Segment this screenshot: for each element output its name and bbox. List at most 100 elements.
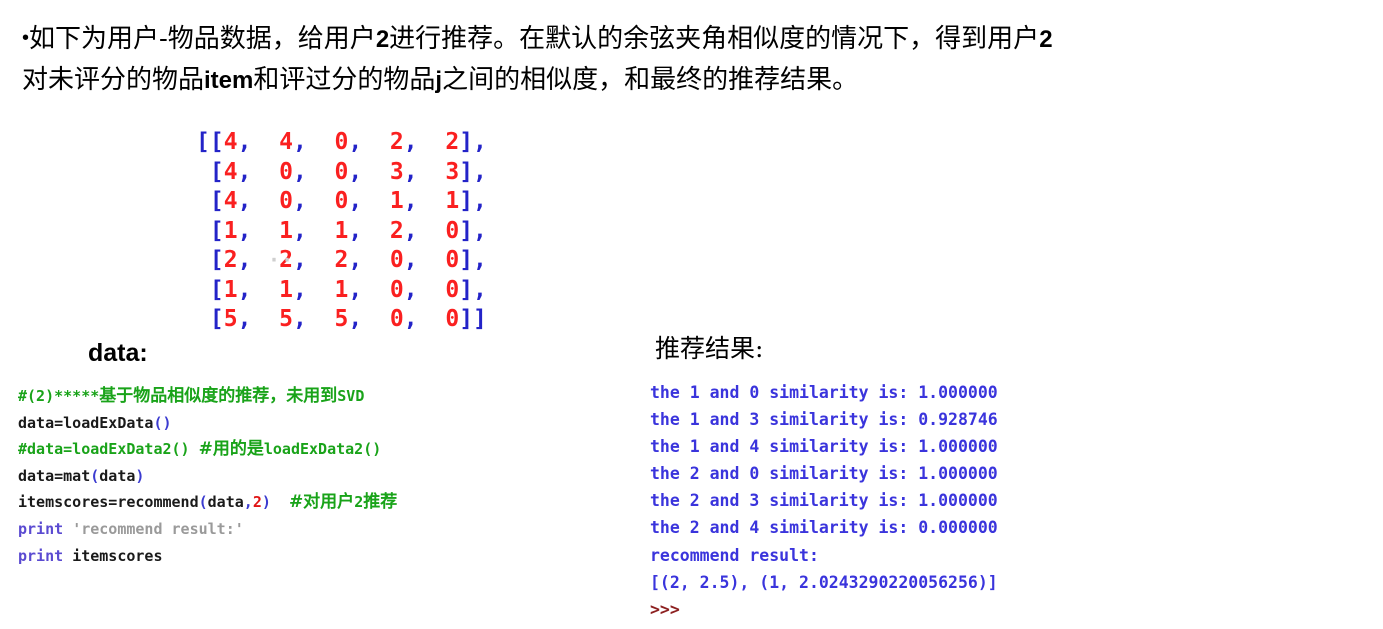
matrix-cell: 1	[334, 276, 349, 303]
code-token: data	[99, 466, 136, 485]
intro-line1-user-number: 2	[375, 26, 390, 53]
code-token: ,	[243, 493, 253, 512]
matrix-cell: 1	[389, 188, 404, 214]
console-line: [(2, 2.5), (1, 2.0243290220056256)]	[650, 572, 998, 592]
console-line: the 2 and 4 similarity is: 0.000000	[650, 518, 998, 538]
intro-line1-part-a: 如下为用户-物品数据，给用户	[29, 24, 376, 54]
code-line: data=mat(data)	[18, 463, 397, 490]
intro-line1-part-c: 进行推荐。在默认的余弦夹角相似度的情况下，得到用户	[389, 24, 1040, 54]
code-token: #(2)*****	[18, 387, 100, 405]
matrix-row: [1, 1, 1, 0, 0],	[196, 276, 487, 303]
code-token: data=mat	[18, 466, 91, 485]
matrix-smudge-artifact: ··	[268, 248, 295, 272]
code-token: 推荐	[363, 492, 398, 513]
matrix-cell: 3	[389, 158, 404, 185]
matrix-cell: 2	[445, 129, 460, 155]
matrix-cell: 0	[445, 217, 460, 244]
code-token: print	[18, 546, 64, 565]
matrix-cell: 1	[279, 276, 293, 303]
matrix-cell: 4	[223, 129, 238, 155]
bullet-glyph: •	[22, 27, 30, 49]
code-token: #data=loadExData2()	[18, 440, 199, 459]
matrix-cell: 5	[334, 306, 349, 332]
code-token: itemscores	[72, 546, 163, 565]
code-token: data=loadExData	[18, 413, 154, 432]
matrix-cell: 2	[223, 247, 238, 273]
matrix-cell: 1	[223, 276, 238, 303]
matrix-cell: 1	[334, 217, 349, 244]
matrix-cell: 5	[223, 306, 238, 332]
matrix-cell: 2	[389, 129, 404, 155]
intro-line2-part-e: 之间的相似度，和最终的推荐结果。	[442, 65, 859, 95]
intro-line2-part-a: 对未评分的物品	[22, 65, 205, 95]
output-label: 推荐结果:	[655, 334, 764, 363]
code-token: ()	[153, 413, 172, 432]
matrix-row: [1, 1, 1, 2, 0],	[196, 217, 487, 244]
code-token: print	[18, 519, 64, 538]
code-token: SVD	[337, 387, 365, 405]
code-token: )	[261, 493, 271, 512]
console-line: recommend result:	[650, 545, 819, 565]
code-line: itemscores=recommend(data,2) #对用户2推荐	[18, 489, 397, 516]
code-token: )	[135, 466, 145, 485]
intro-line1-user-number-2: 2	[1039, 26, 1053, 53]
code-token: 2	[354, 493, 364, 512]
console-line: the 2 and 3 similarity is: 1.000000	[650, 491, 998, 511]
code-line: #(2)*****基于物品相似度的推荐，未用到SVD	[18, 383, 397, 410]
matrix-cell: 0	[334, 188, 349, 214]
data-matrix: [[4, 4, 0, 2, 2], [4, 0, 0, 3, 3], [4, 0…	[196, 128, 487, 335]
code-line: print 'recommend result:'	[18, 516, 397, 543]
matrix-cell: 0	[389, 276, 404, 303]
code-token: #对用户	[288, 492, 355, 513]
code-token: 2	[252, 493, 262, 512]
matrix-row: [5, 5, 5, 0, 0]]	[196, 306, 487, 332]
data-label: data:	[88, 339, 148, 367]
code-line: data=loadExData()	[18, 410, 397, 437]
matrix-cell: 1	[445, 188, 460, 214]
matrix-cell: 5	[279, 306, 293, 332]
matrix-row: [4, 0, 0, 3, 3],	[196, 158, 487, 185]
matrix-row: [2, 2, 2, 0, 0],	[196, 247, 487, 273]
matrix-cell: 2	[389, 217, 404, 244]
intro-line2-item-term: item	[204, 67, 254, 94]
console-prompt: >>>	[650, 599, 680, 619]
matrix-cell: 0	[279, 188, 293, 214]
matrix-cell: 3	[445, 158, 460, 185]
code-token: #用的是	[198, 439, 264, 460]
code-token: 'recommend result:'	[72, 519, 244, 538]
matrix-cell: 1	[223, 217, 238, 244]
matrix-cell: 0	[389, 306, 404, 332]
matrix-cell: 4	[279, 129, 293, 155]
matrix-cell: 0	[334, 129, 349, 155]
matrix-cell: 0	[445, 306, 460, 332]
matrix-cell: 0	[445, 247, 460, 273]
console-line: the 1 and 3 similarity is: 0.928746	[650, 410, 998, 430]
code-line: print itemscores	[18, 543, 397, 570]
matrix-row: [4, 0, 0, 1, 1],	[196, 188, 487, 214]
matrix-row: [[4, 4, 0, 2, 2],	[196, 129, 487, 155]
data-matrix-block: data: [[4, 4, 0, 2, 2], [4, 0, 0, 3, 3],…	[0, 128, 560, 367]
code-token: (	[90, 466, 100, 485]
console-output: the 1 and 0 similarity is: 1.000000 the 1…	[650, 379, 998, 623]
console-line: the 2 and 0 similarity is: 1.000000	[650, 464, 998, 484]
matrix-cell: 2	[334, 247, 349, 273]
matrix-cell: 4	[223, 158, 238, 185]
console-line: the 1 and 4 similarity is: 1.000000	[650, 437, 998, 457]
code-token: 基于物品相似度的推荐，未用到	[99, 386, 338, 406]
code-token: (	[198, 493, 208, 512]
intro-line2-part-c: 和评过分的物品	[253, 65, 436, 95]
intro-paragraph: •如下为用户-物品数据，给用户2进行推荐。在默认的余弦夹角相似度的情况下，得到用…	[22, 18, 1362, 101]
code-line: #data=loadExData2() #用的是loadExData2()	[18, 436, 397, 463]
matrix-cell: 0	[445, 276, 460, 303]
code-token: data	[207, 493, 244, 512]
matrix-cell: 0	[279, 158, 293, 185]
matrix-cell: 4	[223, 188, 238, 214]
console-line: the 1 and 0 similarity is: 1.000000	[650, 383, 998, 402]
code-token: itemscores=recommend	[18, 493, 199, 512]
matrix-cell: 1	[279, 217, 293, 244]
matrix-cell: 0	[389, 247, 404, 273]
matrix-cell: 0	[334, 158, 349, 185]
